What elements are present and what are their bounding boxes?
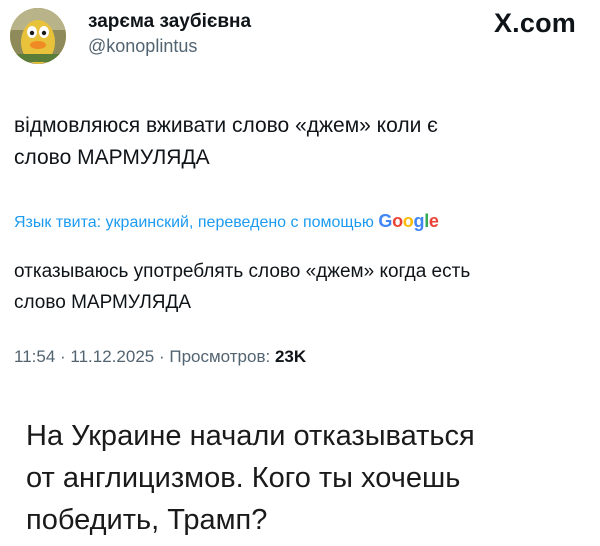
tweet-time[interactable]: 11:54 xyxy=(14,347,55,366)
meta-separator: · xyxy=(158,347,170,366)
avatar-image xyxy=(10,8,66,64)
caption-line: победить, Трамп? xyxy=(26,504,268,536)
google-logo: Google xyxy=(378,211,439,231)
tweet-header: зарєма заубієвна @konoplintus X.com xyxy=(10,6,590,66)
display-name[interactable]: зарєма заубієвна xyxy=(88,11,251,33)
tweet-translated-text: отказываюсь употреблять слово «джем» ког… xyxy=(14,256,574,318)
views-count: 23K xyxy=(274,347,307,366)
tweet-meta: 11:54 · 11.12.2025 · Просмотров: 23K xyxy=(14,347,306,367)
translation-label: Язык твита: украинский, переведено с пом… xyxy=(14,214,374,231)
meta-separator: · xyxy=(60,347,71,366)
caption-line: от англицизмов. Кого ты хочешь xyxy=(26,462,461,494)
translation-notice[interactable]: Язык твита: украинский, переведено с пом… xyxy=(14,211,439,232)
translated-text-line: слово МАРМУЛЯДА xyxy=(14,292,192,313)
original-text-line: відмовляюся вживати слово «джем» коли є xyxy=(14,114,438,137)
tweet-date[interactable]: 11.12.2025 xyxy=(70,347,154,366)
tweet-original-text: відмовляюся вживати слово «джем» коли є … xyxy=(14,110,574,174)
x-logo: X.com xyxy=(493,8,576,38)
views-label: Просмотров: xyxy=(169,347,271,366)
meme-caption: На Украине начали отказываться от англиц… xyxy=(26,415,586,541)
caption-line: На Украине начали отказываться xyxy=(26,420,475,452)
avatar[interactable] xyxy=(10,8,66,64)
original-text-line: слово МАРМУЛЯДА xyxy=(14,146,210,169)
translated-text-line: отказываюсь употреблять слово «джем» ког… xyxy=(14,261,471,282)
user-handle[interactable]: @konoplintus xyxy=(88,36,197,57)
